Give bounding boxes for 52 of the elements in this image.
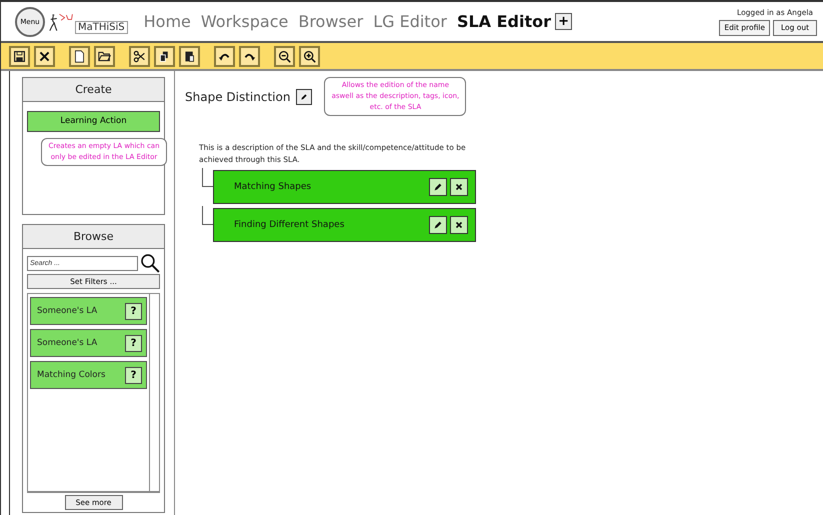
edit-button[interactable] xyxy=(296,89,312,106)
remove-button[interactable] xyxy=(450,216,468,234)
item-label: Someone's LA xyxy=(37,338,98,348)
list-item[interactable]: Someone's LA ? xyxy=(30,297,147,325)
item-label: Matching Colors xyxy=(37,370,106,380)
pencil-icon xyxy=(300,93,308,102)
zoom-in-button[interactable] xyxy=(299,46,320,66)
paste-button[interactable] xyxy=(179,46,200,66)
zoom-out-icon xyxy=(278,50,291,62)
help-button[interactable]: ? xyxy=(125,334,142,352)
scissors-icon xyxy=(133,50,146,62)
list-item[interactable]: Matching Colors ? xyxy=(30,361,147,389)
copy-button[interactable] xyxy=(154,46,175,66)
item-label: Someone's LA xyxy=(37,306,98,316)
document-icon xyxy=(73,50,86,62)
open-folder-button[interactable] xyxy=(94,46,115,66)
close-button[interactable] xyxy=(34,46,55,66)
learning-action-button[interactable]: Learning Action xyxy=(27,110,160,132)
help-button[interactable]: ? xyxy=(125,302,142,320)
nav-tab[interactable]: SLA Editor xyxy=(456,12,552,31)
zoom-in-icon xyxy=(303,50,316,62)
remove-button[interactable] xyxy=(450,178,468,196)
redo-button[interactable] xyxy=(239,46,260,66)
new-file-button[interactable] xyxy=(69,46,90,66)
nav-tab[interactable]: Workspace xyxy=(200,12,288,31)
list-item[interactable]: Someone's LA ? xyxy=(30,329,147,357)
nav-tab[interactable]: Home xyxy=(144,12,191,31)
cut-button[interactable] xyxy=(129,46,150,66)
undo-button[interactable] xyxy=(214,46,235,66)
item-label: Matching Shapes xyxy=(234,182,312,192)
folder-icon xyxy=(98,50,111,62)
close-icon xyxy=(38,50,51,62)
zoom-out-button[interactable] xyxy=(274,46,295,66)
nav-tab[interactable]: Browser xyxy=(298,12,364,31)
add-tab-button[interactable]: + xyxy=(555,13,572,30)
panel-title: Create xyxy=(23,78,164,102)
edit-button[interactable] xyxy=(429,216,447,234)
paste-icon xyxy=(183,50,196,62)
pencil-icon xyxy=(433,182,443,192)
close-icon xyxy=(454,220,464,230)
search-icon[interactable] xyxy=(140,253,160,273)
close-icon xyxy=(454,182,464,192)
item-label: Finding Different Shapes xyxy=(234,220,346,230)
edit-button[interactable] xyxy=(429,178,447,196)
pencil-icon xyxy=(433,220,443,230)
nav-tab[interactable]: LG Editor xyxy=(373,12,447,31)
logo-text: MaTHiSiS xyxy=(75,20,128,34)
save-button[interactable] xyxy=(9,46,30,66)
help-button[interactable]: ? xyxy=(125,366,142,384)
sla-title: Shape Distinction xyxy=(185,90,290,104)
copy-icon xyxy=(158,50,171,62)
panel-title: Browse xyxy=(23,225,164,249)
